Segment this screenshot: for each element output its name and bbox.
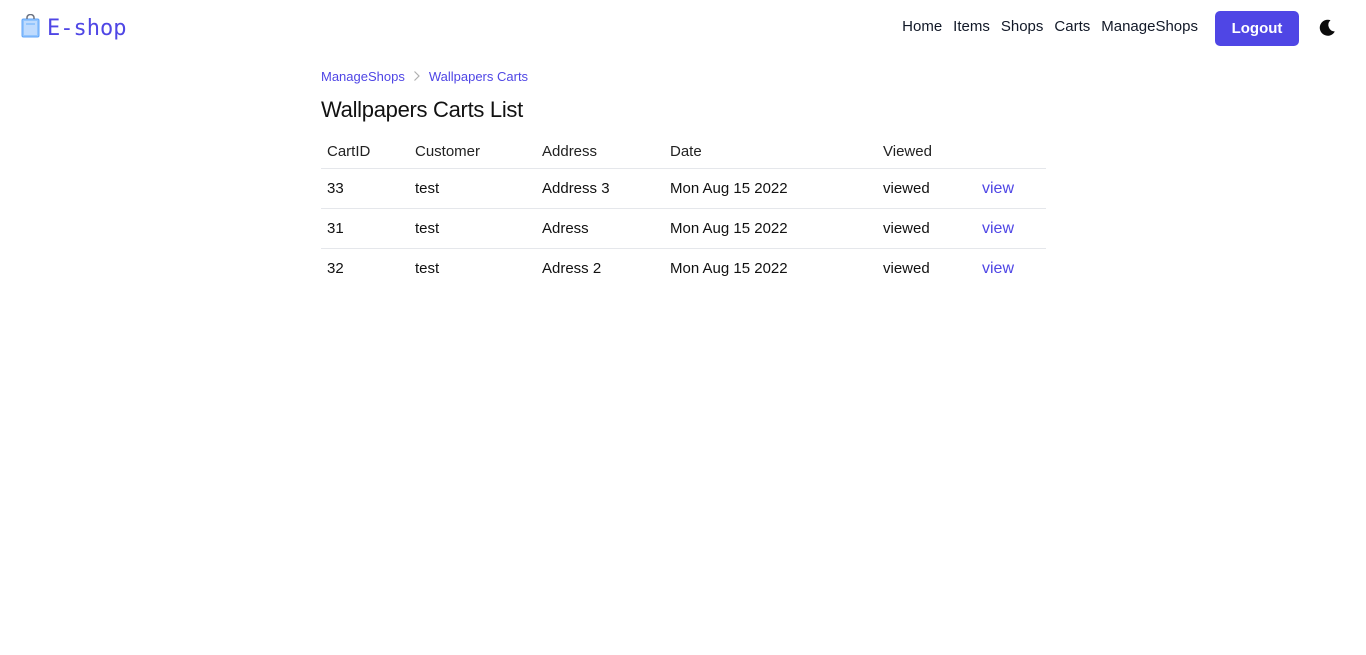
moon-icon[interactable] xyxy=(1316,17,1338,39)
nav-link-items[interactable]: Items xyxy=(953,18,990,35)
column-header-viewed: Viewed xyxy=(877,135,976,169)
logout-button[interactable]: Logout xyxy=(1215,11,1299,46)
cell-date: Mon Aug 15 2022 xyxy=(664,168,877,209)
chevron-right-icon xyxy=(413,70,421,82)
table-row: 33 test Address 3 Mon Aug 15 2022 viewed… xyxy=(321,168,1046,209)
cell-customer: test xyxy=(409,168,536,209)
cell-customer: test xyxy=(409,208,536,249)
carts-table: CartID Customer Address Date Viewed 33 t… xyxy=(321,135,1046,288)
breadcrumb-item-manageshops[interactable]: ManageShops xyxy=(321,69,405,84)
breadcrumb-item-wallpapers-carts[interactable]: Wallpapers Carts xyxy=(429,69,528,84)
column-header-cartid: CartID xyxy=(321,135,409,169)
cell-viewed: viewed xyxy=(877,168,976,209)
column-header-date: Date xyxy=(664,135,877,169)
view-cart-link[interactable]: view xyxy=(982,220,1014,237)
cell-viewed: viewed xyxy=(883,260,930,277)
cell-cart-id: 32 xyxy=(327,260,344,277)
cell-date: Mon Aug 15 2022 xyxy=(670,260,788,277)
nav-link-manageshops[interactable]: ManageShops xyxy=(1101,18,1198,35)
top-navbar: E-shop Home Items Shops Carts ManageShop… xyxy=(0,0,1366,56)
view-cart-link[interactable]: view xyxy=(982,180,1014,197)
table-row: 32 test Adress 2 Mon Aug 15 2022 viewed … xyxy=(321,249,1046,289)
cell-address: Adress xyxy=(536,208,664,249)
cell-action: view xyxy=(976,168,1046,209)
main-nav: Home Items Shops Carts ManageShops xyxy=(902,18,1198,35)
column-header-address: Address xyxy=(536,135,664,169)
view-cart-link[interactable]: view xyxy=(982,260,1014,277)
nav-link-home[interactable]: Home xyxy=(902,18,942,35)
cell-cart-id: 31 xyxy=(321,208,409,249)
brand-logo-link[interactable]: E-shop xyxy=(20,13,127,43)
breadcrumb: ManageShops Wallpapers Carts xyxy=(321,66,1046,86)
nav-link-carts[interactable]: Carts xyxy=(1054,18,1090,35)
cell-customer: test xyxy=(415,260,440,277)
column-header-action xyxy=(976,135,1046,169)
nav-link-shops[interactable]: Shops xyxy=(1001,18,1044,35)
cell-cart-id: 33 xyxy=(321,168,409,209)
cell-viewed: viewed xyxy=(877,208,976,249)
table-row: 31 test Adress Mon Aug 15 2022 viewed vi… xyxy=(321,208,1046,249)
page-title: Wallpapers Carts List xyxy=(321,97,523,122)
cell-action: view xyxy=(976,208,1046,249)
cell-address: Adress 2 xyxy=(542,260,602,277)
brand-name: E-shop xyxy=(47,16,127,41)
column-header-customer: Customer xyxy=(409,135,536,169)
shopping-bag-icon xyxy=(20,13,42,43)
table-header-row: CartID Customer Address Date Viewed xyxy=(321,135,1046,169)
cell-address: Address 3 xyxy=(536,168,664,209)
main-content: ManageShops Wallpapers Carts Wallpapers … xyxy=(321,66,1046,288)
cell-action: view xyxy=(976,249,1046,289)
cell-date: Mon Aug 15 2022 xyxy=(664,208,877,249)
